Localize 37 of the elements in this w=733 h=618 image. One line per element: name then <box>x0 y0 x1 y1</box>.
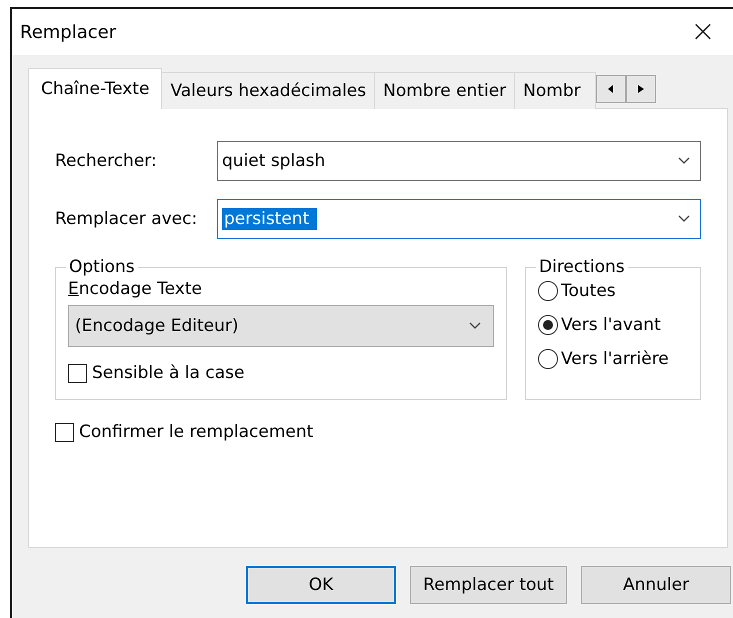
group-title: Options <box>68 257 136 277</box>
triangle-right-icon <box>638 85 644 93</box>
checkbox-label: Confirmer le remplacement <box>79 422 314 442</box>
combo-box[interactable]: quiet splash <box>217 141 701 181</box>
field-label: Rechercher: <box>55 151 158 171</box>
chevron-down-icon <box>678 215 690 223</box>
window-title: Remplacer <box>20 22 116 42</box>
scroll-right-button[interactable] <box>626 75 656 103</box>
chevron-down-icon <box>469 322 481 330</box>
dialog-button[interactable]: OK <box>246 566 396 604</box>
dialog-button[interactable]: Annuler <box>581 566 731 604</box>
radio-button[interactable] <box>538 349 558 369</box>
chevron-down-icon <box>678 157 690 165</box>
checkbox-label: Sensible à la case <box>92 363 244 383</box>
close-button[interactable]: × <box>683 17 723 47</box>
group-title: Directions <box>538 257 626 277</box>
tab[interactable]: Nombre entier <box>374 72 516 109</box>
scroll-left-button[interactable] <box>596 75 626 103</box>
dialog-button[interactable]: Remplacer tout <box>410 566 567 604</box>
field-label: Remplacer avec: <box>55 209 198 229</box>
radio-button[interactable] <box>538 281 558 301</box>
dropdown-value: (Encodage Editeur) <box>75 316 239 336</box>
encoding-dropdown[interactable]: (Encodage Editeur) <box>68 305 494 347</box>
checkbox[interactable] <box>55 422 74 442</box>
tab[interactable]: Chaîne-Texte <box>28 68 162 109</box>
tab[interactable]: Valeurs hexadécimales <box>161 72 376 109</box>
combo-box[interactable]: persistent <box>217 199 701 239</box>
checkbox[interactable] <box>68 364 87 382</box>
radio-label: Vers l'avant <box>561 315 661 335</box>
radio-button[interactable] <box>538 315 558 335</box>
selected-text: persistent <box>222 208 317 230</box>
radio-label: Vers l'arrière <box>561 349 669 369</box>
radio-label: Toutes <box>561 281 616 301</box>
field-value: quiet splash <box>222 151 326 171</box>
triangle-left-icon <box>608 85 614 93</box>
tab[interactable]: Nombr <box>514 72 596 109</box>
encoding-label: Encodage Texte <box>68 279 203 299</box>
